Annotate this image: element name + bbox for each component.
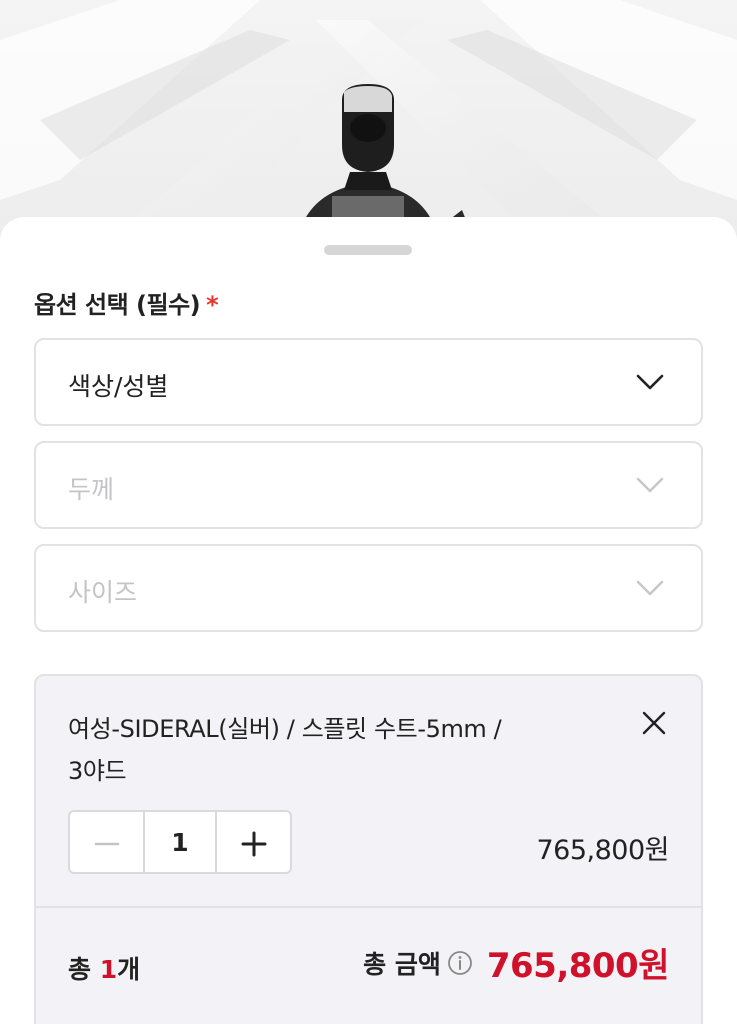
selected-option-name: 여성-SIDERAL(실버) / 스플릿 수트-5mm / 3야드 bbox=[68, 708, 588, 792]
item-price: 765,800원 bbox=[536, 835, 670, 866]
size-select-label: 사이즈 bbox=[68, 578, 138, 607]
info-icon[interactable] bbox=[447, 950, 473, 976]
plus-icon bbox=[241, 831, 267, 857]
decrease-quantity-button[interactable] bbox=[70, 812, 143, 872]
selected-option-name-line2: 3야드 bbox=[68, 757, 127, 785]
total-count-value: 1 bbox=[99, 955, 118, 984]
thickness-select[interactable]: 두께 bbox=[34, 441, 703, 529]
size-select[interactable]: 사이즈 bbox=[34, 544, 703, 632]
option-bottom-sheet: 옵션 선택 (필수) * 색상/성별 두께 사이즈 여성-SIDERAL(실버) … bbox=[0, 217, 737, 1024]
selected-option-item: 여성-SIDERAL(실버) / 스플릿 수트-5mm / 3야드 1 765,… bbox=[34, 674, 703, 1024]
required-mark: * bbox=[206, 291, 219, 319]
thickness-select-label: 두께 bbox=[68, 475, 115, 504]
option-title-text: 옵션 선택 (필수) bbox=[34, 291, 201, 319]
increase-quantity-button[interactable] bbox=[217, 812, 290, 872]
summary-divider bbox=[36, 906, 701, 908]
quantity-stepper: 1 bbox=[68, 810, 292, 874]
total-amount-value: 765,800원 bbox=[486, 946, 670, 986]
total-count: 총 1개 bbox=[68, 950, 140, 986]
chevron-down-icon bbox=[636, 477, 664, 493]
sheet-drag-handle[interactable] bbox=[324, 245, 412, 255]
total-amount-label: 총 금액 bbox=[363, 949, 441, 979]
selected-option-name-line1: 여성-SIDERAL(실버) / 스플릿 수트-5mm / bbox=[68, 715, 502, 743]
total-amount-group: 총 금액 765,800원 bbox=[363, 938, 669, 987]
color-gender-select-label: 색상/성별 bbox=[68, 372, 169, 401]
color-gender-select[interactable]: 색상/성별 bbox=[34, 338, 703, 426]
close-icon[interactable] bbox=[641, 710, 667, 736]
chevron-down-icon bbox=[636, 580, 664, 596]
chevron-down-icon bbox=[636, 374, 664, 390]
total-count-prefix: 총 bbox=[68, 955, 100, 984]
quantity-value[interactable]: 1 bbox=[142, 812, 218, 872]
total-count-suffix: 개 bbox=[117, 955, 141, 984]
option-section-title: 옵션 선택 (필수) * bbox=[34, 285, 219, 320]
minus-icon bbox=[94, 842, 120, 846]
